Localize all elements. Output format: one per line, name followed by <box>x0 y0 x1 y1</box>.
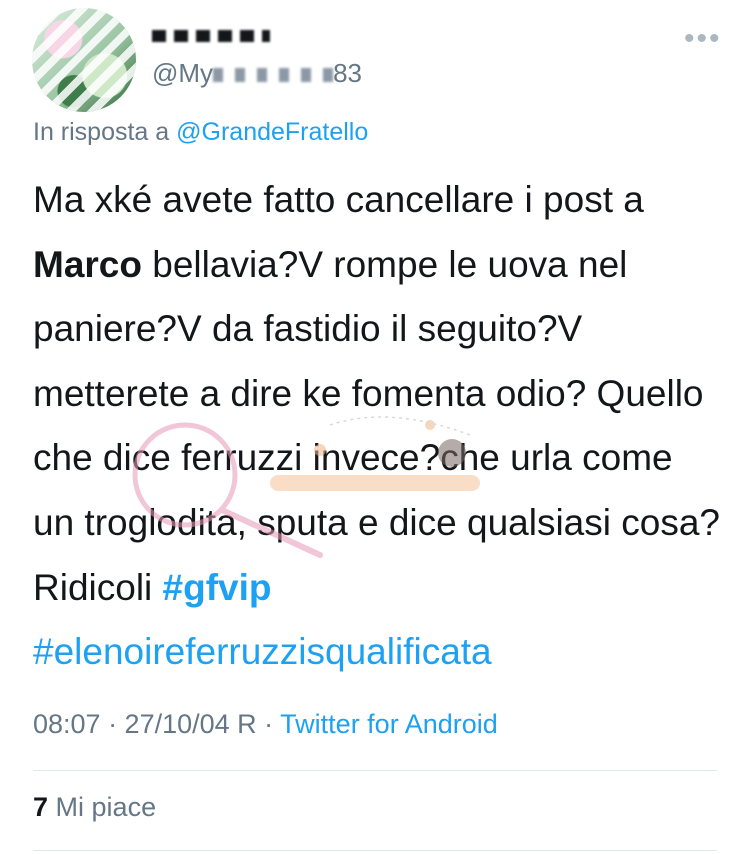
more-horizontal-icon[interactable]: ••• <box>684 22 722 56</box>
hashtag-gfvip[interactable]: #gfvip <box>163 567 272 608</box>
divider-bottom <box>33 850 717 851</box>
likes-label: Mi piace <box>55 792 157 822</box>
handle-redaction <box>213 68 334 83</box>
tweet-source-link[interactable]: Twitter for Android <box>280 709 498 739</box>
reply-context: In risposta a @GrandeFratello <box>33 118 368 147</box>
tweet-timestamp[interactable]: 08:07 · 27/10/04 R · <box>33 709 273 739</box>
tweet-text-part1: Ma xké avete fatto cancellare i post a <box>33 179 644 220</box>
tweet-text: Ma xké avete fatto cancellare i post a M… <box>33 168 723 685</box>
likes-row[interactable]: 7 Mi piace <box>33 792 156 823</box>
likes-count: 7 <box>33 792 49 822</box>
display-name-redaction <box>152 30 270 43</box>
handle-prefix: @My <box>152 58 214 88</box>
tweet-meta: 08:07 · 27/10/04 R · Twitter for Android <box>33 709 498 740</box>
handle-suffix: 83 <box>333 58 362 88</box>
display-name[interactable] <box>152 18 270 52</box>
tweet-bold-name: Marco <box>33 243 142 285</box>
reply-mention-link[interactable]: @GrandeFratello <box>176 118 368 146</box>
hashtag-elenoire[interactable]: #elenoireferruzzisqualificata <box>33 631 492 672</box>
avatar-redaction <box>32 8 136 112</box>
user-handle[interactable]: @My 83 <box>152 58 362 89</box>
tweet-text-part2: bellavia?V rompe le uova nel paniere?V d… <box>33 243 720 608</box>
avatar[interactable] <box>32 8 136 112</box>
reply-prefix: In risposta a <box>33 118 170 146</box>
divider-top <box>33 770 717 771</box>
